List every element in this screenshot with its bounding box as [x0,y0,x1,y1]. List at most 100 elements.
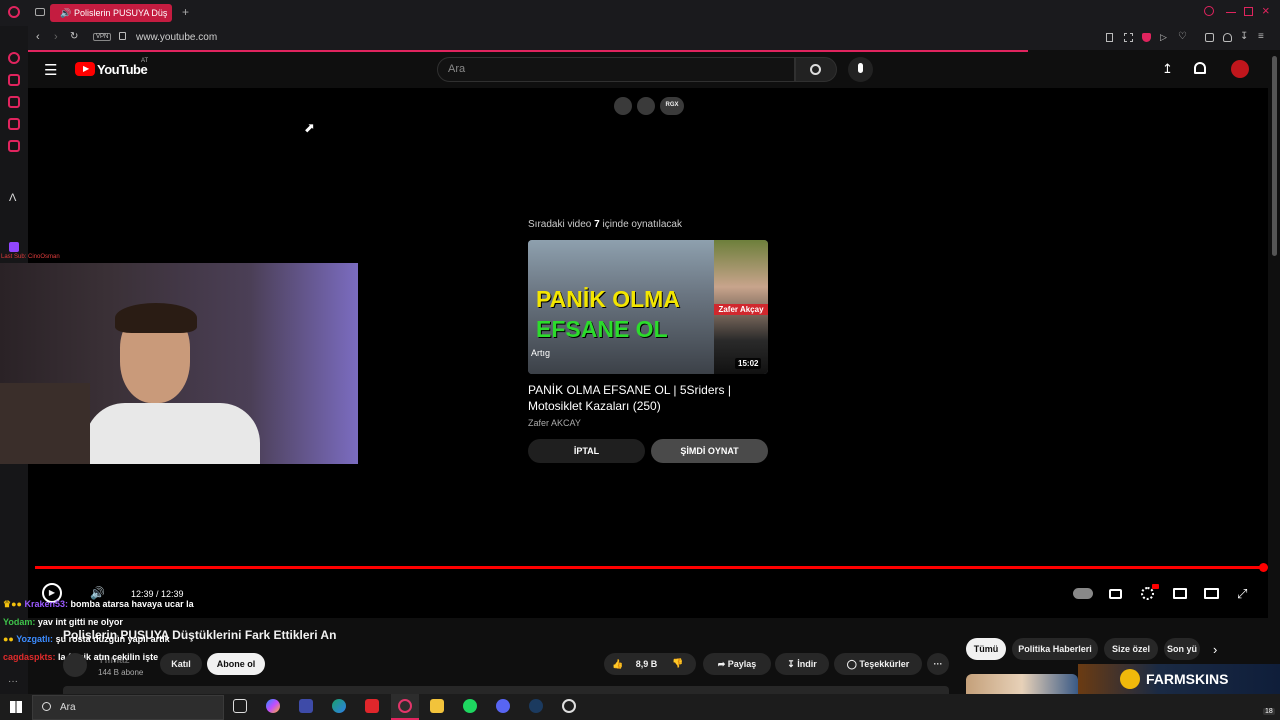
youtube-app-icon[interactable] [365,699,379,713]
reload-icon[interactable]: ↻ [70,31,78,42]
description-box[interactable] [63,686,949,694]
windows-start-icon[interactable] [10,701,22,713]
like-count: 8,9 B [635,659,658,669]
download-button[interactable]: ↧ İndir [775,653,829,675]
channel-name[interactable]: Yılmaz [98,655,130,666]
share-icon: ➦ [717,659,726,669]
overlay-button-rgx[interactable]: RGX [660,97,684,115]
speaker-icon: 🔊 [60,8,72,18]
copilot-icon[interactable] [266,699,280,713]
twitch-icon[interactable] [9,242,19,252]
hamburger-menu-icon[interactable]: ☰ [44,61,57,79]
chat-user: cagdaspkts: [3,652,56,662]
overlay-button-enter[interactable] [637,97,655,115]
app-icon-chrome[interactable] [562,699,576,713]
upload-icon[interactable]: ↥ [1162,61,1173,77]
download-icon[interactable]: ↧ [1240,31,1248,42]
extensions-icon[interactable] [1205,33,1214,42]
overlay-button-copy[interactable] [614,97,632,115]
browser-tab-bar [0,0,1280,26]
tab-switcher-icon[interactable] [35,8,45,16]
heart-icon[interactable]: ♡ [1178,31,1187,42]
cancel-autoplay-button[interactable]: İPTAL [528,439,645,463]
discord-icon[interactable] [496,699,510,713]
autoplay-toggle[interactable] [1073,588,1093,599]
search-input[interactable]: Ara [437,57,795,82]
player-icon[interactable]: ▷ [1160,32,1167,43]
back-icon[interactable]: ‹ [36,31,40,43]
url-text[interactable]: www.youtube.com [136,32,217,43]
vpn-badge[interactable]: VPN [93,33,112,41]
app-icon-calendar[interactable] [299,699,313,713]
bookmark-icon[interactable] [1106,33,1113,42]
steam-icon[interactable] [529,699,543,713]
captions-icon[interactable] [1109,589,1122,599]
join-button[interactable]: Katıl [160,653,202,675]
streamer-hair [115,303,197,333]
chip-all[interactable]: Tümü [966,638,1006,660]
wallet-icon[interactable] [1223,33,1232,42]
sidebar-icon-5[interactable] [8,140,20,152]
play-now-button[interactable]: ŞİMDİ OYNAT [651,439,768,463]
miniplayer-icon[interactable] [1173,588,1187,599]
easy-setup-icon[interactable]: ≡ [1258,31,1264,42]
close-icon[interactable]: × [1262,3,1270,18]
more-actions-button[interactable]: ··· [927,653,949,675]
up-next-thumbnail[interactable]: PANİK OLMA EFSANE OL Zafer Akçay Artıg 1… [528,240,768,374]
video-duration: 15:02 [735,358,762,369]
chip-politics[interactable]: Politika Haberleri [1012,638,1098,660]
mouse-cursor-icon: ⬈ [304,120,315,135]
sidebar-video-thumbnail[interactable] [966,674,1078,694]
adblock-icon[interactable] [1142,33,1151,42]
thanks-icon: ◯ [846,659,857,669]
webcam-bed [0,383,90,464]
sidebar-icon-2[interactable] [8,74,20,86]
channel-avatar[interactable] [63,653,87,677]
scrollbar[interactable] [1272,56,1277,256]
thumbnail-corner-text: Artıg [531,348,551,358]
subscribe-button[interactable]: Abone ol [207,653,265,675]
forward-icon[interactable]: › [54,31,58,43]
farmskins-ad[interactable]: FARMSKINS [1078,664,1280,694]
chips-next-icon[interactable]: › [1213,642,1217,657]
share-button[interactable]: ➦ Paylaş [703,653,771,675]
sidebar-icon-1[interactable] [8,52,20,64]
streamer-shirt [85,403,260,464]
browser-tab-active[interactable]: 🔊 Polislerin PUSUYA Düş [50,4,172,22]
volume-icon[interactable]: 🔊 [90,586,105,600]
spotify-icon[interactable] [463,699,477,713]
avatar[interactable] [1231,60,1249,78]
minimize-icon[interactable] [1226,12,1236,13]
maximize-icon[interactable] [1244,7,1253,16]
sidebar-icon-4[interactable] [8,118,20,130]
snapshot-icon[interactable] [1124,33,1133,42]
up-next-channel[interactable]: Zafer AKCAY [528,418,581,428]
chat-text: şu rosta düzgün yapıl artık [55,634,170,644]
task-view-icon[interactable] [233,699,247,713]
taskbar-search-input[interactable]: Ara [32,695,224,720]
chip-recent[interactable]: Son yü [1164,638,1200,660]
new-tab-button[interactable]: + [182,5,189,19]
youtube-logo[interactable]: ▶ YouTube AT [75,58,155,77]
fullscreen-icon[interactable]: ⤢ [1237,586,1247,602]
stream-last-sub: Last Sub: CinoOsman [1,254,60,260]
theater-mode-icon[interactable] [1204,588,1219,599]
like-button[interactable]: 👍 8,9 B 👎 [604,653,696,675]
sidebar-icon-3[interactable] [8,96,20,108]
chip-for-you[interactable]: Size özel [1104,638,1158,660]
aria-icon[interactable]: Λ [9,192,16,204]
youtube-region: AT [141,58,149,64]
thanks-button[interactable]: ◯ Teşekkürler [834,653,922,675]
search-button[interactable] [795,57,837,82]
edge-icon[interactable] [332,699,346,713]
notifications-bell-icon[interactable] [1194,62,1206,74]
voice-search-button[interactable] [848,57,873,82]
thumbs-down-icon[interactable]: 👎 [672,658,683,669]
more-icon[interactable]: ··· [8,676,18,687]
search-tabs-icon[interactable] [1204,6,1214,16]
video-progress-bar[interactable] [35,566,1263,569]
opera-logo-icon[interactable] [8,6,20,18]
file-explorer-icon[interactable] [430,699,444,713]
up-next-title[interactable]: PANİK OLMA EFSANE OL | 5Sriders | Motosi… [528,382,758,414]
progress-scrubber[interactable] [1259,563,1268,572]
